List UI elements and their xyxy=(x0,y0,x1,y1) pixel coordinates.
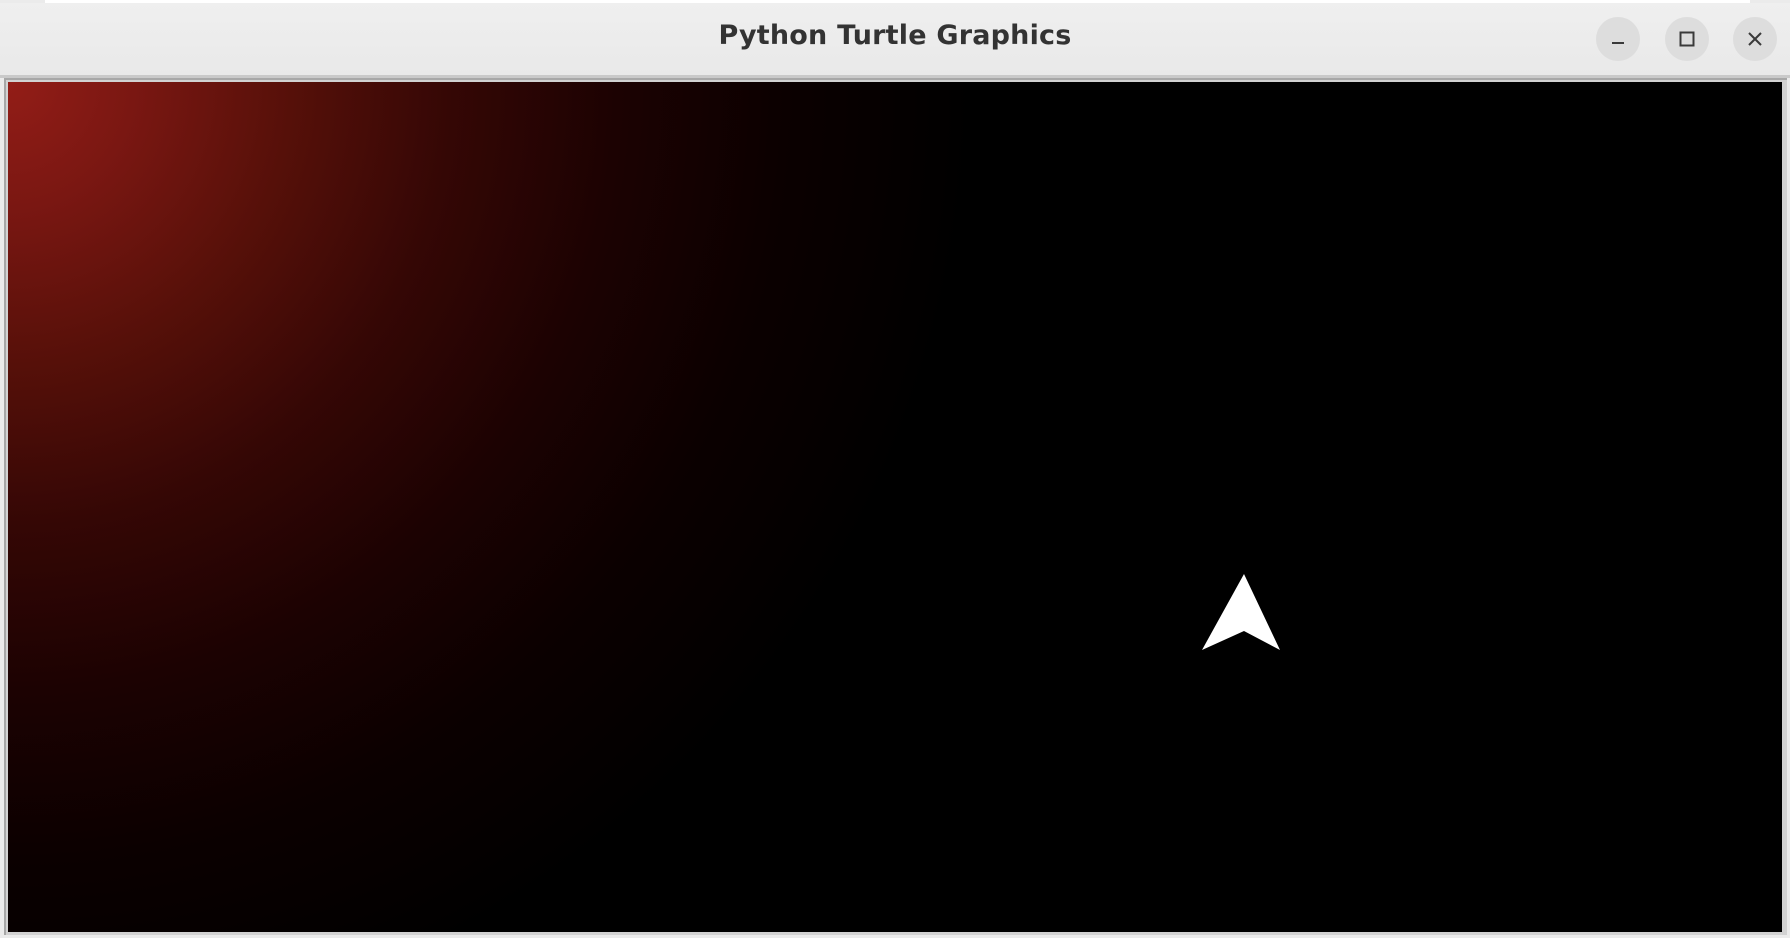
minimize-icon xyxy=(1612,42,1624,44)
window-title: Python Turtle Graphics xyxy=(718,20,1072,51)
title-bar[interactable]: Python Turtle Graphics xyxy=(0,3,1790,75)
close-icon xyxy=(1748,32,1762,46)
turtle-arrow-icon xyxy=(1202,574,1280,650)
maximize-icon xyxy=(1679,31,1695,47)
turtle-window: Python Turtle Graphics xyxy=(0,0,1790,938)
close-button[interactable] xyxy=(1733,17,1777,61)
minimize-button[interactable] xyxy=(1596,17,1640,61)
turtle-canvas[interactable] xyxy=(8,82,1782,932)
maximize-button[interactable] xyxy=(1665,17,1709,61)
